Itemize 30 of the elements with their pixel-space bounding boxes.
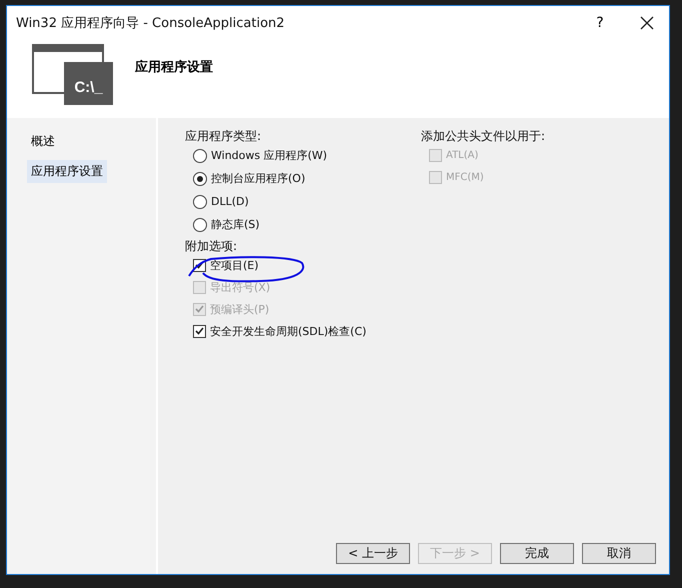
group-label: 附加选项: <box>185 238 238 254</box>
sidebar-item[interactable]: 概述 <box>27 130 59 153</box>
option-label: 控制台应用程序(O) <box>211 171 306 186</box>
option-label: Windows 应用程序(W) <box>211 148 328 163</box>
check-icon <box>195 261 204 269</box>
radio-button[interactable] <box>193 148 207 162</box>
help-button[interactable]: ? <box>590 15 610 31</box>
close-icon[interactable] <box>640 16 654 30</box>
option-label: ATL(A) <box>446 150 478 160</box>
checkbox[interactable] <box>193 324 206 338</box>
option-label: MFC(M) <box>446 172 484 182</box>
radio-button[interactable] <box>193 218 207 232</box>
group-label: 添加公共头文件以用于: <box>421 128 546 144</box>
page-heading: 应用程序设置 <box>135 58 213 76</box>
option-label: DLL(D) <box>211 195 249 208</box>
option-label: 导出符号(X) <box>210 280 270 294</box>
window-title: Win32 应用程序向导 - ConsoleApplication2 <box>16 15 286 32</box>
option-label: 预编译头(P) <box>210 302 270 316</box>
wizard-button[interactable]: < 上一步 <box>336 543 410 564</box>
group-label: 应用程序类型: <box>185 128 262 144</box>
wizard-button[interactable]: 取消 <box>582 543 656 564</box>
option-label: 静态库(S) <box>211 217 260 232</box>
check-icon <box>195 327 204 335</box>
wizard-button[interactable]: 完成 <box>500 543 574 564</box>
radio-button[interactable] <box>193 194 207 208</box>
sidebar-item[interactable]: 应用程序设置 <box>27 160 107 183</box>
check-icon <box>195 305 204 313</box>
option-label: 空项目(E) <box>210 258 259 272</box>
radio-button[interactable] <box>193 172 207 186</box>
option-label: 安全开发生命周期(SDL)检查(C) <box>210 324 366 338</box>
